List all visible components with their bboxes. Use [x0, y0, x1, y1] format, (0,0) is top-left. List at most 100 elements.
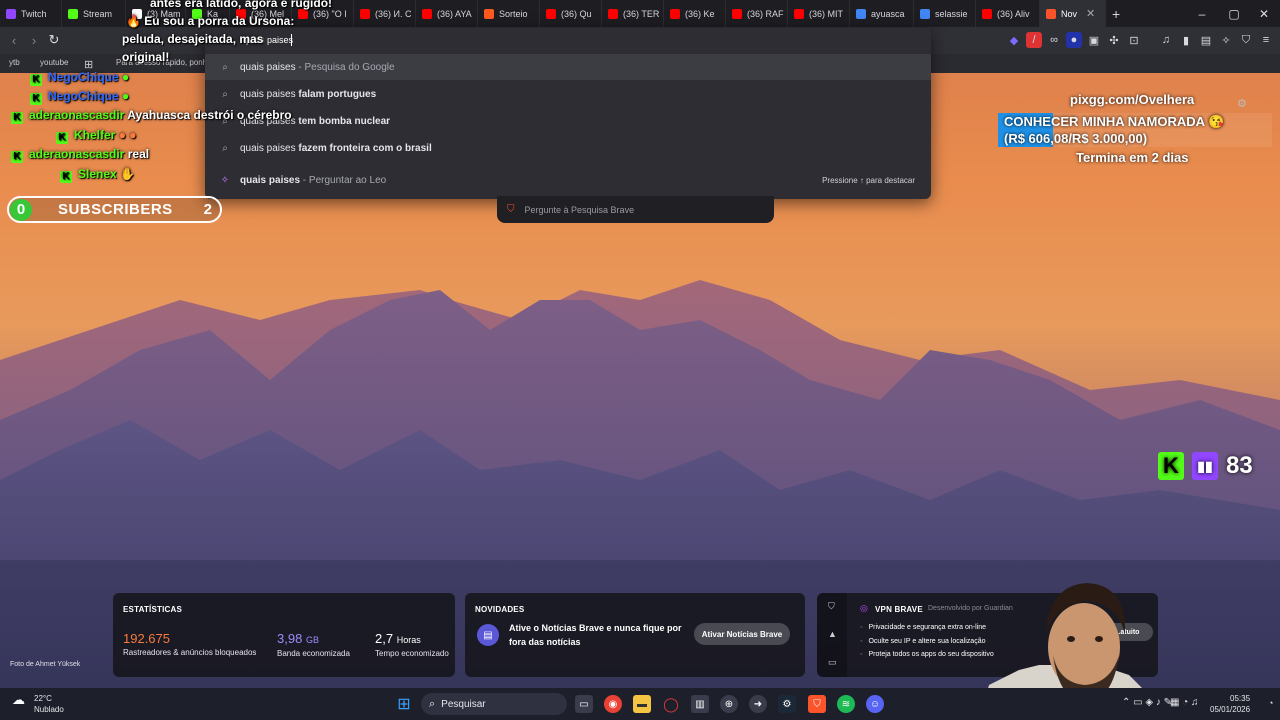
kick-icon: K — [30, 73, 42, 86]
alert-text: Eu sou a porra da Ursona: — [144, 14, 295, 28]
weather-temp[interactable]: 22°C — [34, 694, 52, 703]
tab-favicon-icon — [298, 8, 308, 19]
leo-icon[interactable]: ✧ — [1218, 32, 1234, 48]
discord-icon[interactable]: ☺ — [866, 695, 884, 713]
warning-icon[interactable]: ▲ — [828, 629, 837, 639]
opera-icon[interactable]: ◯ — [662, 695, 680, 713]
extension-icon[interactable]: ∞ — [1046, 32, 1062, 48]
extension-icon[interactable]: ◆ — [1006, 32, 1022, 48]
settings-gear-icon[interactable]: ⚙ — [1237, 97, 1247, 110]
shield-icon[interactable]: ⛉ — [1238, 32, 1254, 48]
alert-line: peluda, desajeitada, mas — [122, 32, 264, 46]
trackers-label: Rastreadores & anúncios bloqueados — [123, 648, 257, 657]
tab-favicon-icon — [794, 8, 804, 19]
new-tab-icon[interactable]: + — [1106, 0, 1130, 27]
app-icon[interactable]: ⊕ — [720, 695, 738, 713]
windows-start-icon[interactable]: ⊞ — [395, 695, 413, 713]
close-tab-icon[interactable]: ✕ — [1086, 7, 1095, 20]
tab-favicon-icon — [1046, 8, 1056, 19]
browser-tab[interactable]: Stream — [62, 0, 126, 27]
music-icon[interactable]: ♫ — [1158, 32, 1174, 48]
clock-date[interactable]: 05/01/2026 — [1210, 705, 1250, 714]
browser-tab[interactable]: (36) RAF — [726, 0, 788, 27]
task-view-icon[interactable]: ▭ — [575, 695, 593, 713]
extension-icon[interactable]: / — [1026, 32, 1042, 48]
network-volume-icon[interactable]: ▦ ◔ ♫ — [1170, 697, 1199, 708]
suggestion-text: quais paises — [240, 142, 296, 154]
browser-tab[interactable]: (36) AYA — [416, 0, 478, 27]
tab-label: Twitch — [21, 8, 47, 19]
address-bar[interactable]: quais paises — [205, 28, 931, 53]
sidebar-icon[interactable]: ▮ — [1178, 32, 1194, 48]
vpn-feature-text: Proteja todos os apps do seu dispositivo — [868, 651, 994, 658]
bandwidth-unit: GB — [305, 635, 319, 645]
check-icon: ◦ — [860, 651, 863, 658]
minimize-icon[interactable]: – — [1186, 0, 1218, 27]
maximize-icon[interactable]: ▢ — [1218, 0, 1250, 27]
check-icon: ◦ — [860, 624, 863, 631]
suggestion-row[interactable]: ⌕ quais paises - Pesquisa do Google — [205, 54, 931, 80]
browser-tab[interactable]: (36) MIT — [788, 0, 850, 27]
extension-icon[interactable]: ● — [1066, 32, 1082, 48]
tab-label: (36) MIT — [809, 8, 844, 19]
menu-icon[interactable]: ≡ — [1258, 32, 1274, 48]
chrome-icon[interactable]: ◉ — [604, 695, 622, 713]
app-icon[interactable]: ➜ — [749, 695, 767, 713]
leo-label: - Perguntar ao Leo — [300, 174, 387, 186]
browser-tab[interactable]: (36) И. С — [354, 0, 416, 27]
check-icon: ◦ — [860, 637, 863, 645]
taskbar-search[interactable]: ⌕ Pesquisar — [421, 693, 567, 715]
tab-label: selassie — [935, 8, 968, 19]
subscribers-counter: 0 SUBSCRIBERS 2 — [7, 196, 222, 223]
browser-tab[interactable]: (36) Qu — [540, 0, 602, 27]
screenshot-icon[interactable]: ⊡ — [1126, 32, 1142, 48]
suggestion-row[interactable]: ⌕ quais paises fazem fronteira com o bra… — [205, 135, 931, 161]
spotify-icon[interactable]: ≋ — [837, 695, 855, 713]
time-value: 2,7 Horas — [375, 631, 421, 646]
app-icon[interactable]: ▥ — [691, 695, 709, 713]
browser-tab[interactable]: (36) TER — [602, 0, 664, 27]
browser-tab[interactable]: (36) Aliv — [976, 0, 1040, 27]
browser-tab[interactable]: ayuasca — [850, 0, 914, 27]
puzzle-icon[interactable]: ✣ — [1106, 32, 1122, 48]
ask-leo-row[interactable]: ✧ quais paises - Perguntar ao Leo Pressi… — [205, 167, 931, 193]
back-icon[interactable]: ‹ — [4, 31, 24, 49]
photo-credit[interactable]: Foto de Ahmet Yüksek — [10, 661, 80, 668]
vpn-feature: ◦ Oculte seu IP e altere sua localização — [860, 635, 994, 649]
browser-tab[interactable]: Twitch — [0, 0, 62, 27]
clock-time[interactable]: 05:35 — [1230, 694, 1250, 703]
extension-icon[interactable]: ▣ — [1086, 32, 1102, 48]
steam-icon[interactable]: ⚙ — [778, 695, 796, 713]
weather-desc[interactable]: Nublado — [34, 705, 64, 714]
suggestion-row[interactable]: ⌕ quais paises falam portugues — [205, 81, 931, 107]
bookmark-youtube[interactable]: youtube — [40, 58, 68, 67]
browser-tab[interactable]: (36) Ke — [664, 0, 726, 27]
file-explorer-icon[interactable]: ▬ — [633, 695, 651, 713]
tab-label: (36) Ke — [685, 8, 715, 19]
chat-message: Kaderaonascasdir Ayahuasca destrói o cér… — [11, 108, 292, 124]
goal-ends: Termina em 2 dias — [1076, 150, 1189, 165]
notification-icon[interactable]: ◔ — [1268, 698, 1273, 708]
browser-tab[interactable]: Sorteio — [478, 0, 540, 27]
reload-icon[interactable]: ↻ — [44, 31, 64, 49]
bookmark-ytb[interactable]: ytb — [9, 58, 20, 67]
tray-icons[interactable]: ⌃ ▭ ◈ ♪ ✎ — [1122, 697, 1172, 708]
suggestion-row[interactable]: ⌕ quais paises tem bomba nuclear — [205, 108, 931, 134]
media-icon[interactable]: ▭ — [828, 657, 837, 668]
tab-label: (36) RAF — [747, 8, 784, 19]
forward-icon[interactable]: › — [24, 31, 44, 49]
shield-icon[interactable]: ⛉ — [828, 601, 835, 612]
wallet-icon[interactable]: ▤ — [1198, 32, 1214, 48]
search-icon: ⌕ — [222, 88, 228, 100]
tab-label: (36) TER — [623, 8, 660, 19]
browser-tab[interactable]: Nov ✕ — [1040, 0, 1106, 27]
brave-icon[interactable]: ⛉ — [808, 695, 826, 713]
subs-label: SUBSCRIBERS — [58, 201, 173, 218]
twitch-icon: ▮▮ — [1192, 452, 1218, 480]
browser-tab[interactable]: selassie — [914, 0, 976, 27]
close-window-icon[interactable]: ✕ — [1248, 0, 1280, 27]
chat-text: Ayahuasca destrói o cérebro — [127, 108, 292, 122]
activate-news-button[interactable]: Ativar Notícias Brave — [694, 623, 790, 645]
weather-icon[interactable]: ☁ — [12, 692, 25, 708]
brave-search-prompt[interactable]: ⛉ Pergunte à Pesquisa Brave — [497, 196, 774, 223]
